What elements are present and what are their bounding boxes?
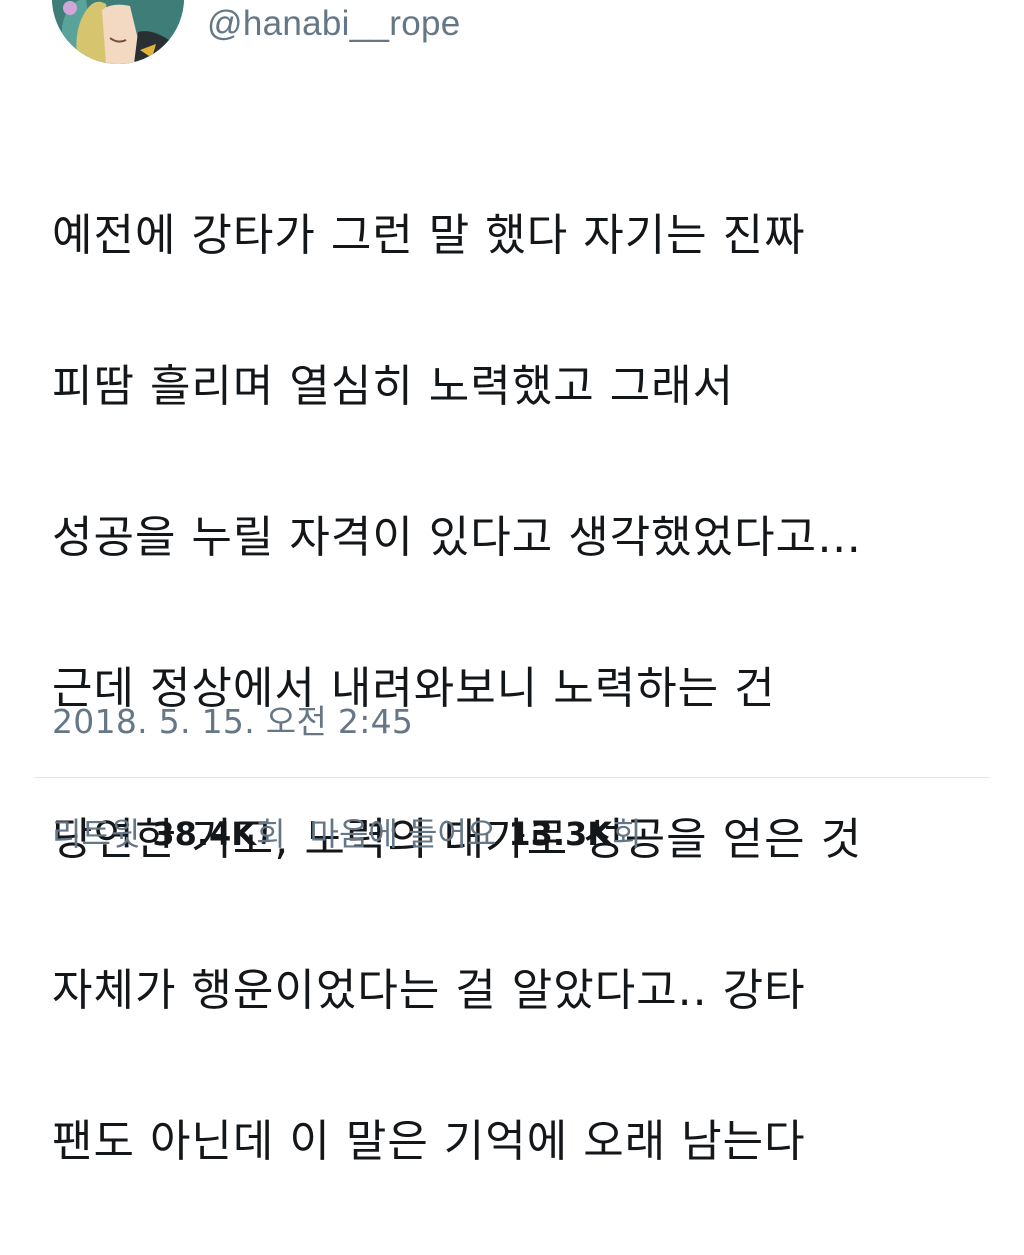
tweet-text-line: 예전에 강타가 그런 말 했다 자기는 진짜 <box>52 209 806 261</box>
divider <box>34 777 990 778</box>
retweets-suffix: 회 <box>256 815 286 853</box>
user-handle[interactable]: @hanabi__rope <box>207 2 461 46</box>
likes-stat[interactable]: 마음에 들어요 13.3K 회 <box>310 811 642 857</box>
retweets-label: 리트윗 <box>52 815 141 853</box>
likes-label: 마음에 들어요 <box>309 815 497 853</box>
tweet-stats: 리트윗 38.4K 회 마음에 들어요 13.3K 회 <box>52 811 642 857</box>
anime-avatar-icon <box>52 0 184 64</box>
likes-count: 13.3K <box>508 815 613 853</box>
tweet-text-line: 자체가 행운이었다는 걸 알았다고.. 강타 <box>52 964 806 1016</box>
tweet-text-line: 피땀 흘리며 열심히 노력했고 그래서 <box>52 360 735 412</box>
tweet-timestamp[interactable]: 2018. 5. 15. 오전 2:45 <box>52 700 413 744</box>
tweet-text-line: 팬도 아닌데 이 말은 기억에 오래 남는다 <box>52 1115 806 1167</box>
tweet-text: 예전에 강타가 그런 말 했다 자기는 진짜 피땀 흘리며 열심히 노력했고 그… <box>52 122 1012 1255</box>
retweets-count: 38.4K <box>152 815 257 853</box>
likes-suffix: 회 <box>612 815 642 853</box>
retweets-stat[interactable]: 리트윗 38.4K 회 <box>52 811 286 857</box>
tweet-text-line: 성공을 누릴 자격이 있다고 생각했었다고… <box>52 511 863 563</box>
avatar[interactable] <box>52 0 184 64</box>
